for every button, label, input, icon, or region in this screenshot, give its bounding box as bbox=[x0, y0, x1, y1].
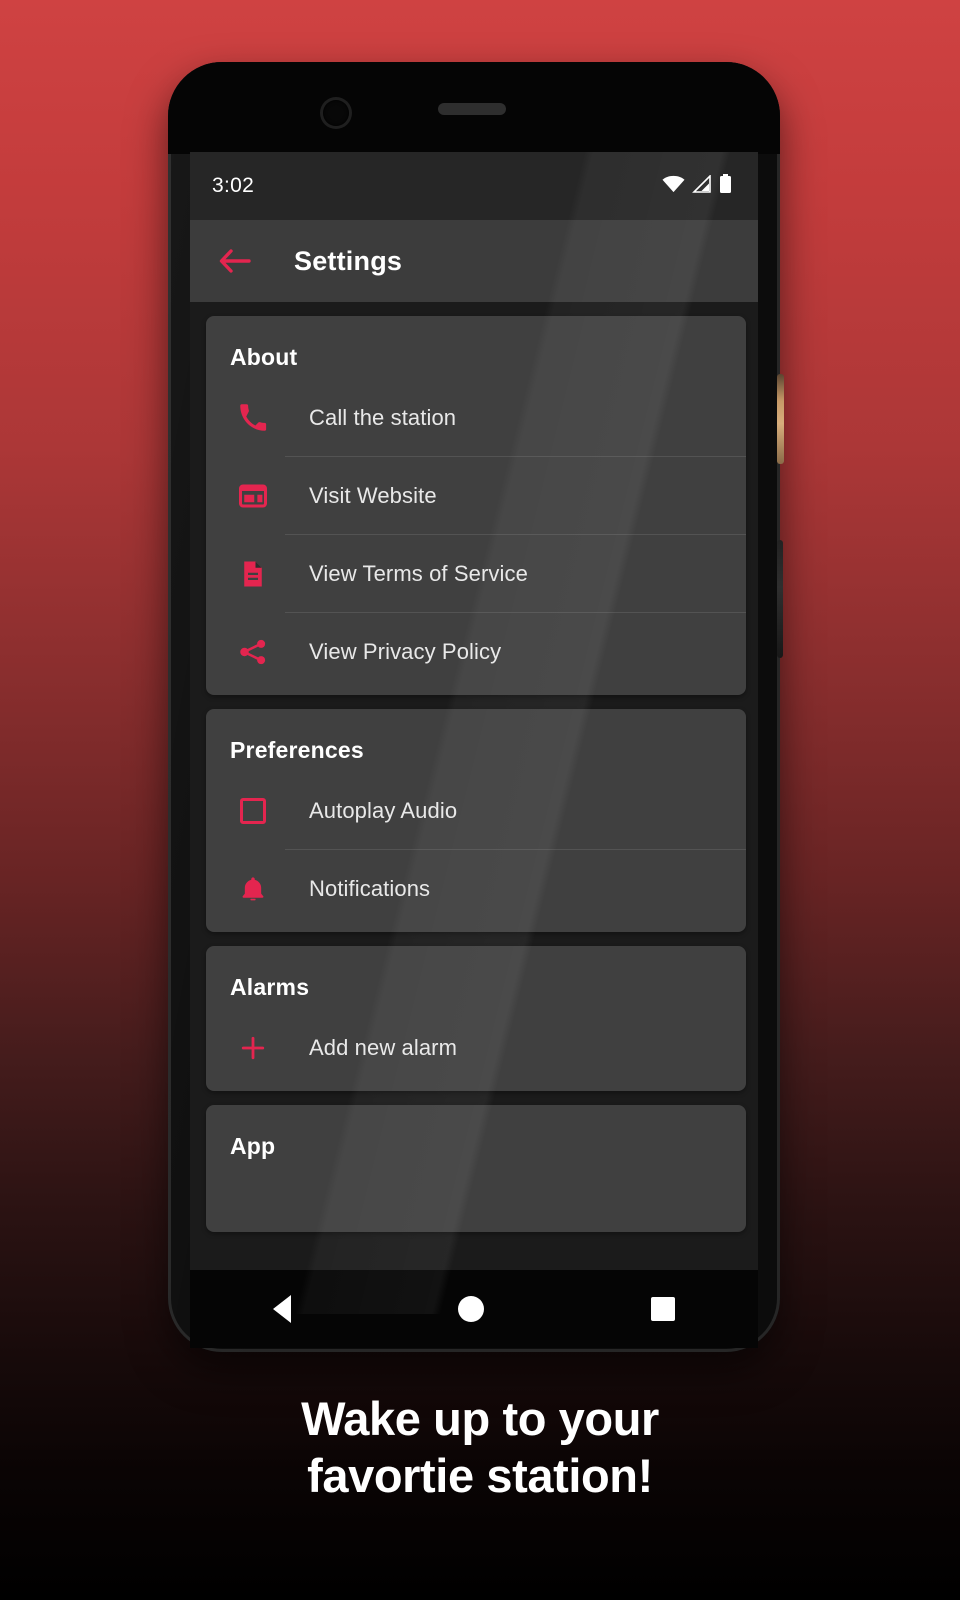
settings-row-notifications[interactable]: Notifications bbox=[206, 850, 746, 928]
caption-line-1: Wake up to your bbox=[301, 1392, 659, 1445]
settings-row-label: Visit Website bbox=[309, 483, 437, 508]
checkbox-unchecked-icon[interactable] bbox=[230, 788, 276, 834]
phone-mockup: 3:02 Settings About Call the station Vis… bbox=[168, 62, 784, 1352]
page-title: Settings bbox=[294, 245, 403, 276]
app-bar: Settings bbox=[190, 220, 758, 302]
phone-icon bbox=[230, 395, 276, 441]
battery-icon bbox=[719, 173, 732, 199]
settings-row-visit-website[interactable]: Visit Website bbox=[206, 457, 746, 535]
nav-recents-icon[interactable] bbox=[650, 1297, 675, 1321]
phone-top-bezel bbox=[168, 62, 780, 154]
settings-list[interactable]: About Call the station Visit Website Vie… bbox=[190, 302, 758, 1314]
phone-screen: 3:02 Settings About Call the station Vis… bbox=[190, 152, 758, 1314]
card-title: App bbox=[230, 1133, 276, 1159]
document-icon bbox=[230, 551, 276, 597]
settings-card-preferences: Preferences Autoplay Audio Notifications bbox=[206, 709, 746, 932]
website-icon bbox=[230, 473, 276, 519]
share-icon bbox=[230, 629, 276, 675]
card-title: About bbox=[230, 344, 298, 370]
plus-icon bbox=[230, 1025, 276, 1071]
status-icon-group bbox=[662, 173, 732, 199]
nav-back-icon[interactable] bbox=[273, 1295, 292, 1323]
settings-row-view-privacy-policy[interactable]: View Privacy Policy bbox=[206, 613, 746, 691]
settings-row-autoplay-audio[interactable]: Autoplay Audio bbox=[206, 772, 746, 850]
settings-row-add-new-alarm[interactable]: Add new alarm bbox=[206, 1009, 746, 1087]
caption-line-2: favortie station! bbox=[307, 1449, 653, 1503]
settings-row-label: View Privacy Policy bbox=[309, 639, 502, 664]
card-title: Alarms bbox=[230, 974, 310, 1000]
wifi-icon bbox=[662, 175, 685, 198]
settings-row-label: Notifications bbox=[309, 876, 431, 901]
earpiece-speaker-icon bbox=[438, 103, 506, 115]
settings-row-label: Add new alarm bbox=[309, 1035, 458, 1060]
android-navigation-bar bbox=[190, 1270, 758, 1348]
back-arrow-icon[interactable] bbox=[212, 238, 258, 284]
settings-row-label: View Terms of Service bbox=[309, 561, 528, 586]
bell-icon bbox=[230, 866, 276, 912]
status-time: 3:02 bbox=[212, 174, 255, 197]
promo-caption: Wake up to your favortie station! bbox=[0, 1390, 960, 1505]
volume-button[interactable] bbox=[777, 540, 783, 658]
settings-row-view-terms-of-service[interactable]: View Terms of Service bbox=[206, 535, 746, 613]
settings-row-label: Autoplay Audio bbox=[309, 798, 458, 823]
settings-row-call-the-station[interactable]: Call the station bbox=[206, 379, 746, 457]
front-camera-icon bbox=[323, 100, 349, 126]
settings-row-label: Call the station bbox=[309, 405, 457, 430]
nav-home-icon[interactable] bbox=[457, 1296, 484, 1322]
settings-card-alarms: Alarms Add new alarm bbox=[206, 946, 746, 1091]
cellular-signal-icon bbox=[692, 173, 712, 198]
settings-card-about: About Call the station Visit Website Vie… bbox=[206, 316, 746, 695]
status-bar: 3:02 bbox=[190, 152, 758, 220]
card-title: Preferences bbox=[230, 737, 364, 763]
settings-card-app: App bbox=[206, 1105, 746, 1232]
power-button[interactable] bbox=[777, 374, 784, 464]
